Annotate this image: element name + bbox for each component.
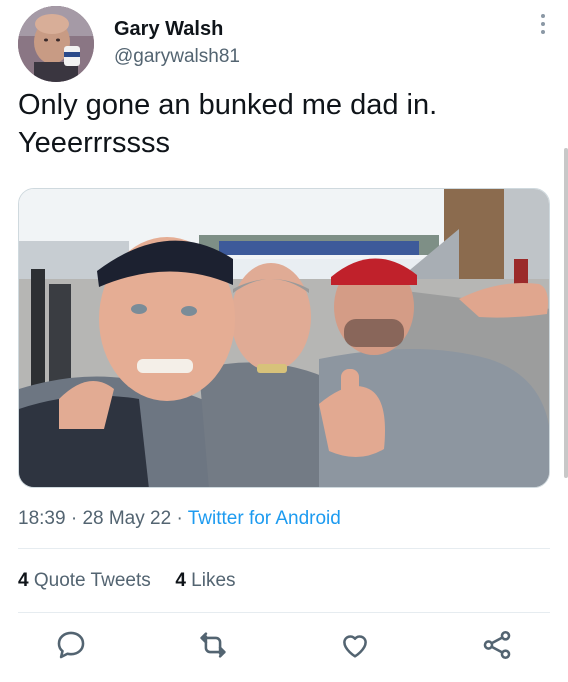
quote-tweets-stat[interactable]: 4 Quote Tweets [18,570,156,591]
share-icon[interactable] [480,628,514,662]
meta-separator: · [176,508,183,529]
user-handle[interactable]: @garywalsh81 [114,46,240,68]
likes-label: Likes [191,570,236,591]
tweet-date: 28 May 22 [82,508,172,529]
divider [18,548,550,549]
likes-stat[interactable]: 4 Likes [175,570,235,591]
scrollbar[interactable] [564,148,568,478]
tweet-header: Gary Walsh @garywalsh81 [18,6,550,82]
action-bar [0,628,568,668]
tweet-stats: 4 Quote Tweets 4 Likes [18,570,236,592]
tweet-source-link[interactable]: Twitter for Android [188,508,341,529]
more-icon[interactable] [540,14,546,38]
quote-tweets-count: 4 [18,570,29,591]
tweet-text: Only gone an bunked me dad in. Yeeerrrss… [18,89,438,159]
reply-icon[interactable] [54,628,88,662]
likes-count: 4 [175,570,186,591]
retweet-icon[interactable] [196,628,230,662]
divider [18,612,550,613]
user-name[interactable]: Gary Walsh [114,18,223,41]
meta-separator: · [70,508,78,529]
tweet-time: 18:39 [18,508,66,529]
tweet-photo[interactable] [18,188,550,488]
avatar[interactable] [18,6,94,82]
quote-tweets-label: Quote Tweets [33,570,151,591]
tweet-meta: 18:39 · 28 May 22 · Twitter for Android [18,508,341,530]
like-icon[interactable] [338,628,372,662]
